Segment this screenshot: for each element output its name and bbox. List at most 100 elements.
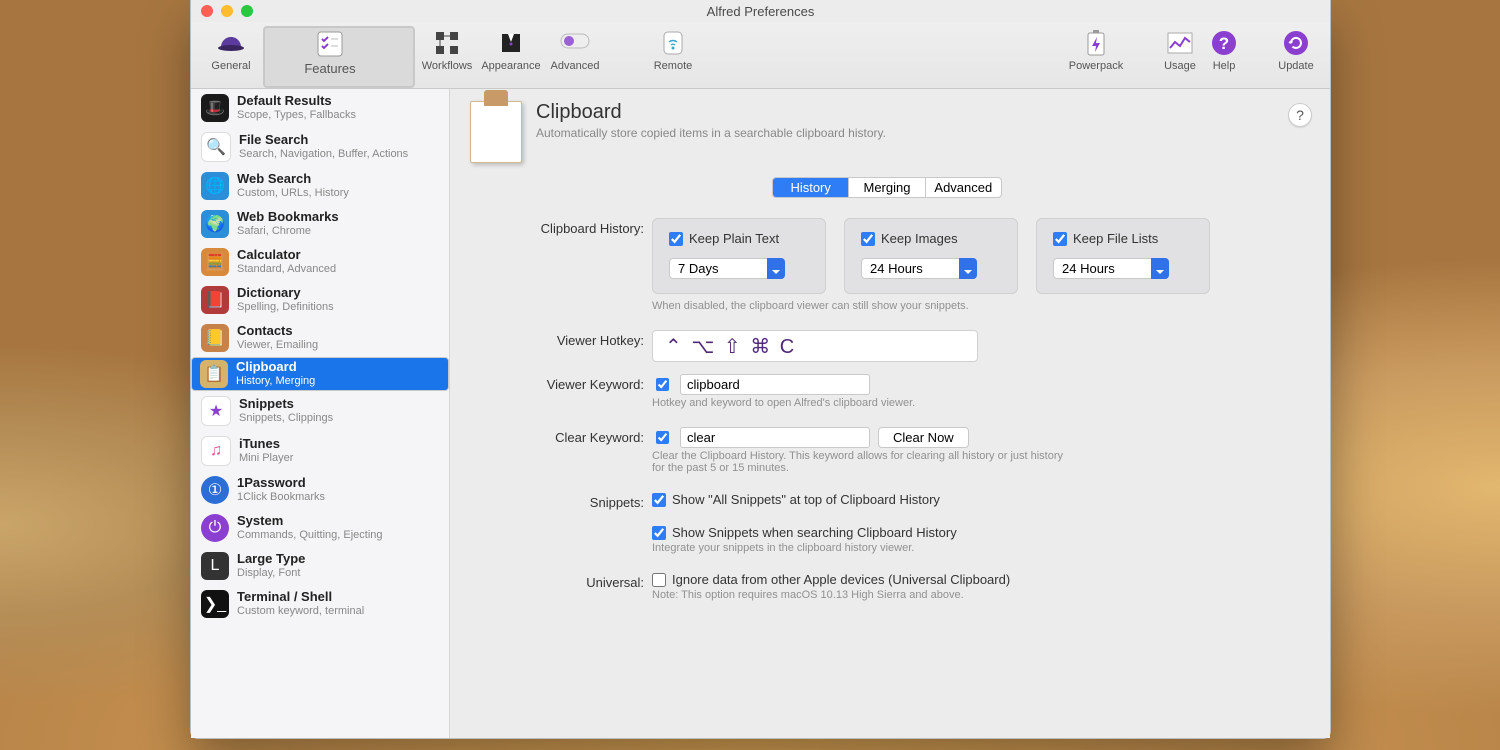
viewer-keyword-hint: Hotkey and keyword to open Alfred's clip… [652, 397, 1304, 409]
preferences-window: Alfred Preferences General Features Work… [190, 0, 1331, 739]
window-title: Alfred Preferences [191, 4, 1330, 19]
toggle-icon [560, 28, 590, 58]
plain-text-duration-select[interactable]: 7 Days [669, 258, 785, 279]
page-header: Clipboard Automatically store copied ite… [470, 101, 1304, 163]
hat-icon: 🎩 [201, 94, 229, 122]
sidebar-item-1password[interactable]: ① 1Password1Click Bookmarks [191, 471, 449, 509]
power-icon: ⏻ [201, 514, 229, 542]
sidebar-item-default-results[interactable]: 🎩Default ResultsScope, Types, Fallbacks [191, 89, 449, 127]
sidebar-item-title: Web Bookmarks [237, 210, 339, 225]
globe-icon: 🌐 [201, 172, 229, 200]
toolbar-label: Advanced [551, 60, 600, 72]
label-viewer-hotkey: Viewer Hotkey: [496, 330, 652, 348]
sidebar-item-terminal[interactable]: ❯_Terminal / ShellCustom keyword, termin… [191, 585, 449, 623]
sidebar-item-sub: Viewer, Emailing [237, 339, 318, 352]
workflow-icon [432, 28, 462, 58]
sidebar-item-title: Web Search [237, 172, 349, 187]
sidebar-item-calculator[interactable]: 🧮 CalculatorStandard, Advanced [191, 243, 449, 281]
tuxedo-icon [496, 28, 526, 58]
search-icon: 🔍 [201, 132, 231, 162]
label-history: Clipboard History: [496, 218, 652, 236]
toolbar-label: Appearance [481, 60, 540, 72]
viewer-hotkey-field[interactable]: ⌃ ⌥ ⇧ ⌘ C [652, 330, 978, 362]
clipboard-icon: 📋 [200, 360, 228, 388]
toolbar-label: Help [1213, 60, 1236, 72]
onepassword-icon: ① [201, 476, 229, 504]
tab-merging[interactable]: Merging [848, 178, 924, 197]
sidebar-item-title: 1Password [237, 476, 325, 491]
content-pane: ? Clipboard Automatically store copied i… [450, 89, 1330, 738]
help-icon: ? [1209, 28, 1239, 58]
keep-file-lists-checkbox[interactable]: Keep File Lists [1053, 231, 1158, 246]
sidebar-item-sub: Custom, URLs, History [237, 187, 349, 200]
page-subtitle: Automatically store copied items in a se… [536, 126, 886, 140]
toolbar-general[interactable]: General [199, 26, 263, 84]
label-snippets: Snippets: [496, 492, 652, 510]
toolbar-label: Powerpack [1069, 60, 1123, 72]
snippets-show-all-checkbox[interactable]: Show "All Snippets" at top of Clipboard … [652, 492, 1304, 507]
sidebar-item-clipboard[interactable]: 📋 ClipboardHistory, Merging [191, 357, 449, 391]
sidebar-item-large-type[interactable]: LLarge TypeDisplay, Font [191, 547, 449, 585]
sidebar-item-file-search[interactable]: 🔍File SearchSearch, Navigation, Buffer, … [191, 127, 449, 167]
tab-history[interactable]: History [773, 178, 848, 197]
toolbar-update[interactable]: Update [1270, 26, 1322, 84]
sidebar-item-sub: Search, Navigation, Buffer, Actions [239, 148, 408, 161]
sidebar-item-contacts[interactable]: 📒 ContactsViewer, Emailing [191, 319, 449, 357]
sidebar-item-sub: Display, Font [237, 567, 305, 580]
clear-keyword-hint: Clear the Clipboard History. This keywor… [652, 450, 1072, 474]
sidebar-item-itunes[interactable]: ♫iTunesMini Player [191, 431, 449, 471]
clear-keyword-enable-checkbox[interactable] [656, 431, 669, 444]
sidebar-item-sub: Snippets, Clippings [239, 412, 333, 425]
sidebar-item-sub: 1Click Bookmarks [237, 491, 325, 504]
toolbar-features[interactable]: Features [263, 26, 415, 88]
tab-advanced[interactable]: Advanced [925, 178, 1001, 197]
help-button[interactable]: ? [1288, 103, 1312, 127]
images-duration-select[interactable]: 24 Hours [861, 258, 977, 279]
sidebar-item-title: System [237, 514, 383, 529]
toolbar-powerpack[interactable]: Powerpack [1058, 26, 1134, 84]
universal-ignore-checkbox[interactable]: Ignore data from other Apple devices (Un… [652, 572, 1304, 587]
sidebar-item-web-search[interactable]: 🌐 Web SearchCustom, URLs, History [191, 167, 449, 205]
clear-keyword-input[interactable] [680, 427, 870, 448]
panel-file-lists: Keep File Lists 24 Hours [1036, 218, 1210, 294]
sidebar-item-title: Calculator [237, 248, 336, 263]
sidebar-item-title: Contacts [237, 324, 318, 339]
sidebar-item-snippets[interactable]: ★SnippetsSnippets, Clippings [191, 391, 449, 431]
page-title: Clipboard [536, 101, 886, 124]
sidebar-item-title: Clipboard [236, 360, 315, 375]
clear-now-button[interactable]: Clear Now [878, 427, 969, 448]
keep-images-checkbox[interactable]: Keep Images [861, 231, 958, 246]
toolbar-label: General [211, 60, 250, 72]
snippets-show-search-checkbox[interactable]: Show Snippets when searching Clipboard H… [652, 525, 1304, 540]
tab-segmented-control: History Merging Advanced [772, 177, 1002, 198]
viewer-keyword-input[interactable] [680, 374, 870, 395]
toolbar-usage[interactable]: Usage [1156, 26, 1204, 84]
toolbar-label: Workflows [422, 60, 473, 72]
universal-hint: Note: This option requires macOS 10.13 H… [652, 589, 1304, 601]
sidebar-item-sub: Scope, Types, Fallbacks [237, 109, 356, 122]
panel-images: Keep Images 24 Hours [844, 218, 1018, 294]
toolbar-label: Remote [654, 60, 693, 72]
sidebar-item-sub: History, Merging [236, 375, 315, 388]
file-lists-duration-select[interactable]: 24 Hours [1053, 258, 1169, 279]
calculator-icon: 🧮 [201, 248, 229, 276]
sidebar-item-system[interactable]: ⏻SystemCommands, Quitting, Ejecting [191, 509, 449, 547]
sidebar-item-dictionary[interactable]: 📕DictionarySpelling, Definitions [191, 281, 449, 319]
contacts-icon: 📒 [201, 324, 229, 352]
toolbar-remote[interactable]: Remote [641, 26, 705, 84]
snippets-hint: Integrate your snippets in the clipboard… [652, 542, 1304, 554]
toolbar-advanced[interactable]: Advanced [543, 26, 607, 84]
sidebar-item-web-bookmarks[interactable]: 🌍Web BookmarksSafari, Chrome [191, 205, 449, 243]
sidebar: 🎩Default ResultsScope, Types, Fallbacks … [191, 89, 450, 738]
sidebar-item-sub: Standard, Advanced [237, 263, 336, 276]
settings-form: Clipboard History: Keep Plain Text 7 Day… [496, 218, 1304, 613]
viewer-keyword-enable-checkbox[interactable] [656, 378, 669, 391]
toolbar-label: Update [1278, 60, 1313, 72]
sidebar-item-sub: Spelling, Definitions [237, 301, 334, 314]
label-universal: Universal: [496, 572, 652, 590]
keep-plain-text-checkbox[interactable]: Keep Plain Text [669, 231, 779, 246]
toolbar-help[interactable]: ? Help [1204, 26, 1244, 84]
toolbar-workflows[interactable]: Workflows [415, 26, 479, 84]
toolbar-appearance[interactable]: Appearance [479, 26, 543, 84]
panel-plain-text: Keep Plain Text 7 Days [652, 218, 826, 294]
